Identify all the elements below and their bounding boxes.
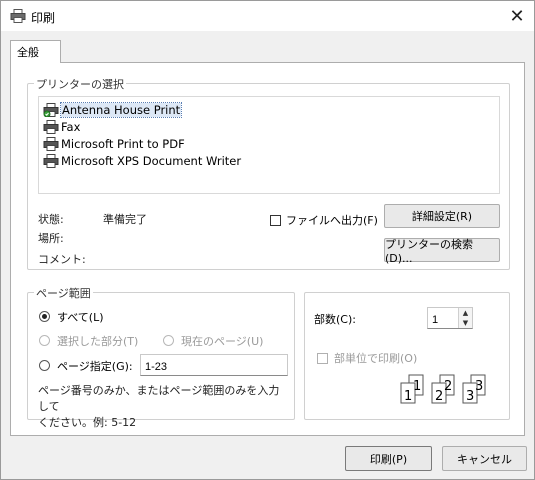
radio-selection-label: 選択した部分(T) — [57, 335, 139, 348]
collate-number: 1 — [404, 389, 412, 404]
copies-input[interactable] — [428, 308, 458, 328]
close-icon: ✕ — [509, 5, 525, 27]
printer-selection-legend: プリンターの選択 — [34, 76, 126, 92]
location-label: 場所: — [38, 232, 64, 245]
collate-number: 2 — [444, 379, 452, 394]
print-button-label: 印刷(P) — [369, 452, 408, 466]
status-value: 準備完了 — [103, 213, 147, 226]
printer-name: Fax — [61, 120, 81, 134]
printer-name: Microsoft XPS Document Writer — [61, 154, 242, 168]
spin-down-icon[interactable]: ▼ — [458, 318, 472, 328]
radio-pages[interactable] — [39, 360, 50, 371]
close-button[interactable]: ✕ — [504, 3, 530, 29]
radio-selection[interactable] — [39, 335, 50, 346]
collate-number: 1 — [413, 379, 421, 394]
find-printer-button[interactable]: プリンターの検索(D)... — [384, 237, 500, 265]
comment-label: コメント: — [38, 253, 86, 266]
radio-all[interactable] — [39, 311, 50, 322]
printer-icon — [43, 154, 59, 168]
title-bar: 印刷 ✕ — [1, 1, 534, 31]
printer-item-xps[interactable]: Microsoft XPS Document Writer — [43, 153, 241, 169]
printer-name: Antenna House Print — [59, 102, 183, 118]
printer-icon — [43, 137, 59, 151]
print-to-file-label: ファイルへ出力(F) — [286, 214, 378, 227]
page-range-group: ページ範囲 すべて(L) 選択した部分(T) 現在のページ(U) ページ指定(G… — [27, 285, 295, 429]
cancel-button[interactable]: キャンセル — [442, 446, 527, 471]
radio-pages-label: ページ指定(G): — [57, 360, 133, 373]
printer-list[interactable]: Antenna House Print Fax Microsoft Print … — [38, 96, 500, 194]
page-range-hint: ページ番号のみか、またはページ範囲のみを入力して ください。例: 5-12 — [38, 384, 280, 429]
window-title: 印刷 — [31, 11, 56, 25]
tab-panel-general: プリンターの選択 Antenna House Print Fax Microso… — [10, 62, 525, 436]
copies-group: 部数(C): ▲ ▼ 部単位で印刷(O) 1 1 2 2 — [304, 292, 510, 420]
printer-icon — [43, 103, 59, 117]
print-to-file-checkbox[interactable] — [270, 215, 281, 226]
printer-icon — [10, 9, 26, 23]
find-printer-button-label: プリンターの検索(D)... — [385, 237, 473, 265]
radio-current-page-label: 現在のページ(U) — [181, 335, 264, 348]
page-range-legend: ページ範囲 — [34, 285, 93, 301]
collate-label: 部単位で印刷(O) — [334, 352, 418, 365]
printer-selection-group: プリンターの選択 Antenna House Print Fax Microso… — [27, 76, 510, 270]
collate-pages-icon: 1 1 2 2 3 3 — [400, 374, 486, 404]
print-button[interactable]: 印刷(P) — [345, 446, 432, 471]
preferences-button-label: 詳細設定(R) — [411, 210, 473, 223]
radio-current-page[interactable] — [163, 335, 174, 346]
collate-number: 3 — [475, 379, 483, 394]
printer-item-antenna-house[interactable]: Antenna House Print — [43, 102, 183, 118]
pages-input[interactable] — [140, 354, 288, 376]
print-dialog: 印刷 ✕ 全般 プリンターの選択 Antenna House Print Fax… — [0, 0, 535, 480]
radio-all-label: すべて(L) — [57, 311, 104, 324]
copies-label: 部数(C): — [314, 313, 356, 326]
printer-name: Microsoft Print to PDF — [61, 137, 185, 151]
status-label: 状態: — [38, 213, 64, 226]
tab-general[interactable]: 全般 — [10, 40, 61, 63]
spin-up-icon[interactable]: ▲ — [458, 308, 472, 318]
preferences-button[interactable]: 詳細設定(R) — [384, 204, 500, 228]
printer-item-fax[interactable]: Fax — [43, 119, 80, 135]
collate-number: 2 — [435, 389, 443, 404]
copies-spinner[interactable]: ▲ ▼ — [427, 307, 473, 329]
printer-icon — [43, 120, 59, 134]
tab-general-label: 全般 — [17, 46, 39, 59]
cancel-button-label: キャンセル — [457, 452, 512, 466]
collate-checkbox[interactable] — [317, 353, 328, 364]
printer-item-pdf[interactable]: Microsoft Print to PDF — [43, 136, 185, 152]
collate-number: 3 — [466, 389, 474, 404]
